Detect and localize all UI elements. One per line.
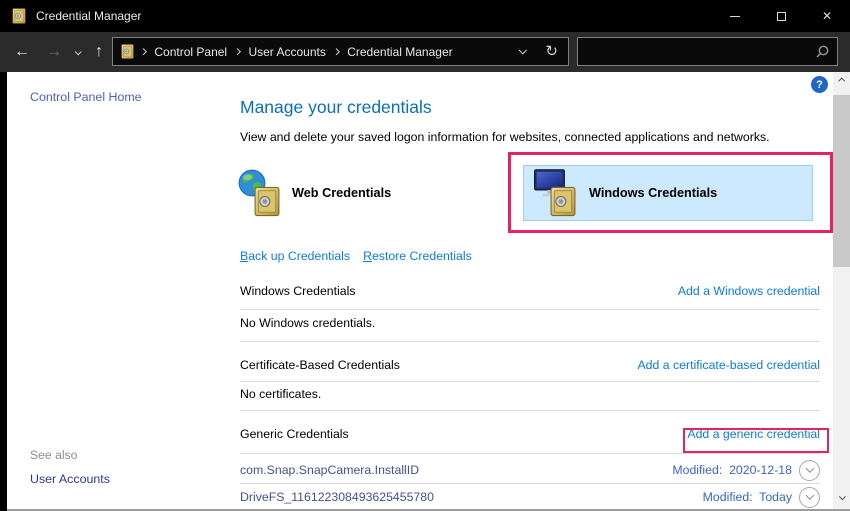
credential-meta: Modified: Today [703, 487, 820, 508]
close-icon: ✕ [822, 10, 832, 22]
restore-credentials-link[interactable]: Restore Credentials [363, 249, 472, 263]
credential-modified: Modified: 2020-12-18 [672, 463, 792, 477]
windows-credentials-label: Windows Credentials [589, 186, 717, 200]
web-credentials-label: Web Credentials [292, 186, 391, 200]
windows-credentials-icon [534, 168, 580, 218]
section-header-windows-credentials: Windows Credentials Add a Windows creden… [240, 284, 820, 298]
divider [240, 410, 820, 411]
recent-pages-button[interactable] [68, 32, 86, 72]
credential-manager-small-icon [120, 44, 135, 59]
credential-manager-app-icon [11, 8, 27, 24]
add-generic-credential-link[interactable]: Add a generic credential [687, 427, 820, 441]
section-title: Generic Credentials [240, 427, 349, 441]
credential-row: DriveFS_116122308493625455780 Modified: … [240, 485, 820, 509]
section-title: Windows Credentials [240, 284, 356, 298]
sidebar-item-control-panel-home[interactable]: Control Panel Home [30, 90, 142, 104]
web-credentials-icon [238, 168, 284, 218]
section-header-generic-credentials: Generic Credentials Add a generic creden… [240, 427, 820, 441]
forward-button[interactable]: → [40, 32, 68, 72]
minimize-button[interactable] [712, 0, 758, 32]
search-box[interactable] [577, 37, 838, 66]
window-title: Credential Manager [36, 9, 141, 23]
address-bar[interactable]: Control Panel User Accounts Credential M… [112, 37, 569, 66]
see-also-label: See also [30, 448, 77, 462]
minimize-icon [730, 16, 740, 17]
close-button[interactable]: ✕ [804, 0, 850, 32]
question-mark-icon: ? [816, 79, 823, 91]
maximize-icon [777, 12, 786, 21]
arrow-right-icon: → [46, 43, 62, 61]
search-input[interactable] [586, 45, 816, 59]
divider [240, 309, 820, 310]
expand-credential-button[interactable] [799, 460, 820, 481]
sidebar-item-user-accounts[interactable]: User Accounts [30, 472, 110, 486]
chevron-down-icon [838, 493, 846, 501]
breadcrumb-separator-icon [234, 48, 242, 56]
vault-actions: Back up Credentials Restore Credentials [240, 249, 472, 263]
breadcrumb-separator-icon [140, 48, 148, 56]
window-controls: ✕ [712, 0, 850, 32]
chevron-down-icon [805, 464, 813, 472]
credential-meta: Modified: 2020-12-18 [672, 460, 820, 481]
title-bar: Credential Manager ✕ [0, 0, 850, 32]
page-title: Manage your credentials [240, 97, 432, 118]
divider [240, 453, 820, 454]
address-dropdown-icon[interactable] [519, 46, 528, 55]
search-icon [816, 45, 829, 58]
safe-icon [550, 186, 576, 217]
add-windows-credential-link[interactable]: Add a Windows credential [678, 284, 820, 298]
up-button[interactable]: ↑ [86, 32, 112, 72]
breadcrumb-separator-icon [333, 48, 341, 56]
window-left-border [0, 72, 7, 511]
refresh-icon[interactable]: ↻ [545, 44, 558, 59]
credential-manager-window: Credential Manager ✕ ← → ↑ Control Panel… [0, 0, 850, 511]
credential-modified: Modified: Today [703, 490, 792, 504]
scroll-down-button[interactable] [833, 491, 850, 505]
breadcrumb-credential-manager[interactable]: Credential Manager [347, 45, 452, 59]
divider [240, 341, 820, 342]
backup-credentials-link[interactable]: Back up Credentials [240, 249, 350, 263]
back-button[interactable]: ← [8, 32, 36, 72]
section-header-certificate-credentials: Certificate-Based Credentials Add a cert… [240, 358, 820, 372]
navigation-toolbar: ← → ↑ Control Panel User Accounts Creden… [0, 32, 850, 72]
chevron-down-icon [74, 48, 81, 55]
expand-credential-button[interactable] [799, 487, 820, 508]
credential-name-link[interactable]: DriveFS_116122308493625455780 [240, 490, 434, 504]
divider [240, 381, 820, 382]
web-credentials-vault[interactable]: Web Credentials [238, 165, 391, 221]
empty-certificates-text: No certificates. [240, 387, 321, 401]
chevron-up-icon [838, 77, 846, 85]
add-certificate-credential-link[interactable]: Add a certificate-based credential [637, 358, 820, 372]
empty-windows-credentials-text: No Windows credentials. [240, 316, 375, 330]
help-button[interactable]: ? [811, 76, 828, 93]
chevron-down-icon [805, 491, 813, 499]
section-title: Certificate-Based Credentials [240, 358, 400, 372]
safe-icon [254, 186, 280, 217]
arrow-up-icon: ↑ [95, 43, 103, 61]
credential-name-link[interactable]: com.Snap.SnapCamera.InstallID [240, 463, 419, 477]
breadcrumb-control-panel[interactable]: Control Panel [154, 45, 227, 59]
windows-credentials-vault[interactable]: Windows Credentials [523, 165, 813, 221]
page-description: View and delete your saved logon informa… [240, 130, 770, 144]
arrow-left-icon: ← [14, 43, 30, 61]
credential-row: com.Snap.SnapCamera.InstallID Modified: … [240, 458, 820, 482]
divider [240, 483, 820, 484]
scroll-up-button[interactable] [833, 74, 850, 88]
scrollbar-thumb[interactable] [833, 95, 850, 267]
vertical-scrollbar[interactable] [833, 72, 850, 509]
breadcrumb-user-accounts[interactable]: User Accounts [248, 45, 325, 59]
maximize-button[interactable] [758, 0, 804, 32]
